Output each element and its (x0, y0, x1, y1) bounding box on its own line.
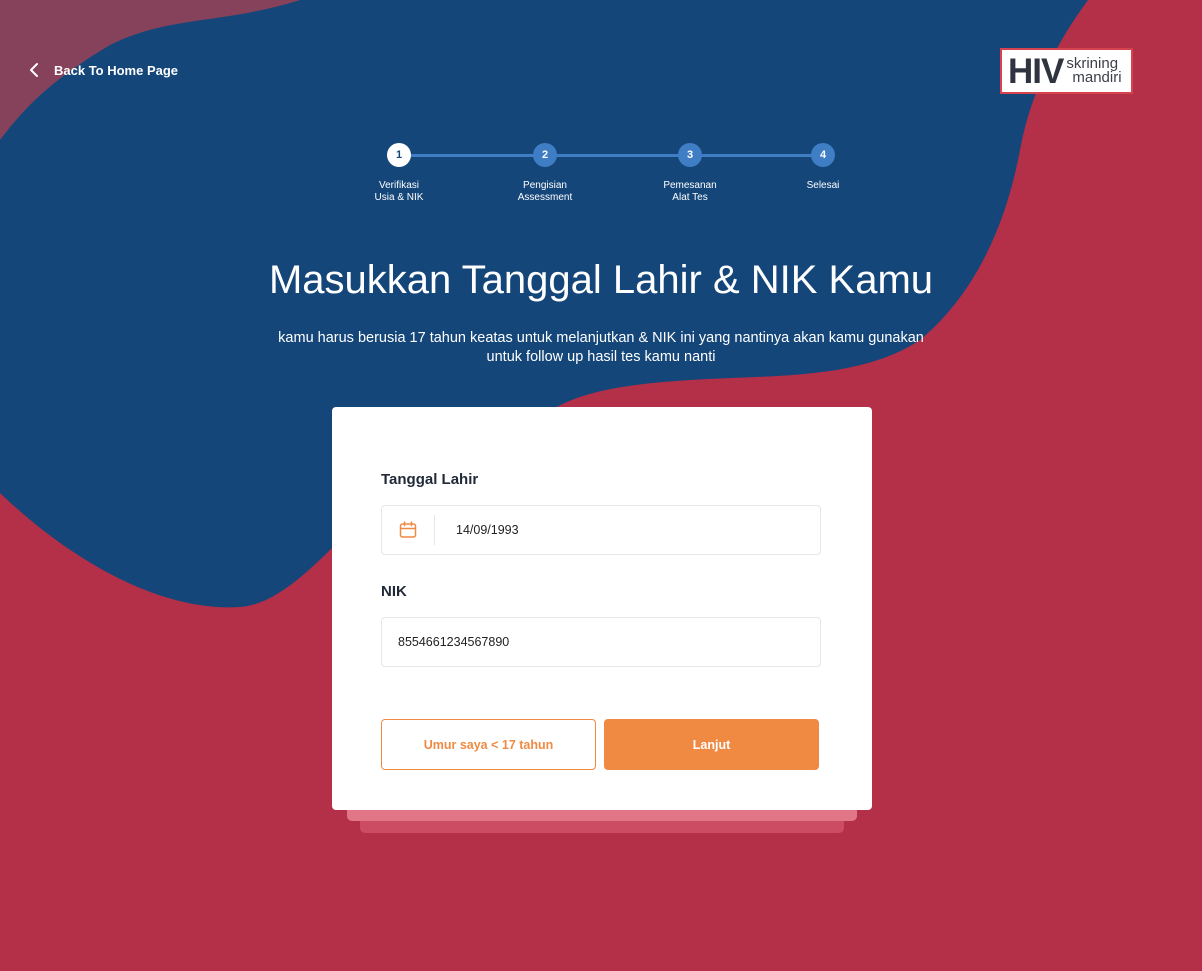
page-subtitle: kamu harus berusia 17 tahun keatas untuk… (278, 330, 924, 365)
logo-line2: mandiri (1072, 69, 1122, 86)
logo-subtitle: skrining mandiri (1066, 56, 1122, 86)
form-card: Tanggal Lahir 14/09/1993 NIK 85546612345… (332, 407, 872, 810)
step-3-number: 3 (678, 143, 702, 167)
nik-field[interactable]: 8554661234567890 (381, 617, 821, 667)
step-4-label: Selesai (806, 180, 840, 191)
stepper-line (400, 154, 822, 157)
step-4-number: 4 (811, 143, 835, 167)
dob-field[interactable]: 14/09/1993 (381, 505, 821, 555)
underage-button[interactable]: Umur saya < 17 tahun (381, 719, 596, 770)
nik-label: NIK (381, 583, 407, 600)
hiv-skrining-mandiri-logo[interactable]: HIV skrining mandiri (1000, 48, 1133, 94)
step-2-number: 2 (533, 143, 557, 167)
step-1-label: Verifikasi Usia & NIK (374, 180, 424, 203)
progress-stepper: 1 Verifikasi Usia & NIK 2 Pengisian Asse… (370, 143, 850, 213)
back-link-label: Back To Home Page (54, 62, 179, 78)
nik-value: 8554661234567890 (398, 635, 510, 649)
step-1: 1 Verifikasi Usia & NIK (359, 143, 439, 204)
back-to-home-link[interactable]: Back To Home Page (26, 58, 178, 82)
calendar-icon[interactable] (382, 506, 434, 554)
continue-button[interactable]: Lanjut (604, 719, 819, 770)
logo-hiv-text: HIV (1008, 51, 1064, 91)
chevron-left-icon (26, 62, 42, 78)
dob-value: 14/09/1993 (456, 523, 519, 537)
page-title: Masukkan Tanggal Lahir & NIK Kamu (268, 258, 934, 302)
step-3-label: Pemesanan Alat Tes (663, 180, 717, 203)
step-4: 4 Selesai (783, 143, 863, 192)
dob-label: Tanggal Lahir (381, 471, 479, 488)
step-1-number: 1 (387, 143, 411, 167)
step-3: 3 Pemesanan Alat Tes (650, 143, 730, 204)
step-2: 2 Pengisian Assessment (505, 143, 585, 204)
step-2-label: Pengisian Assessment (517, 180, 573, 203)
